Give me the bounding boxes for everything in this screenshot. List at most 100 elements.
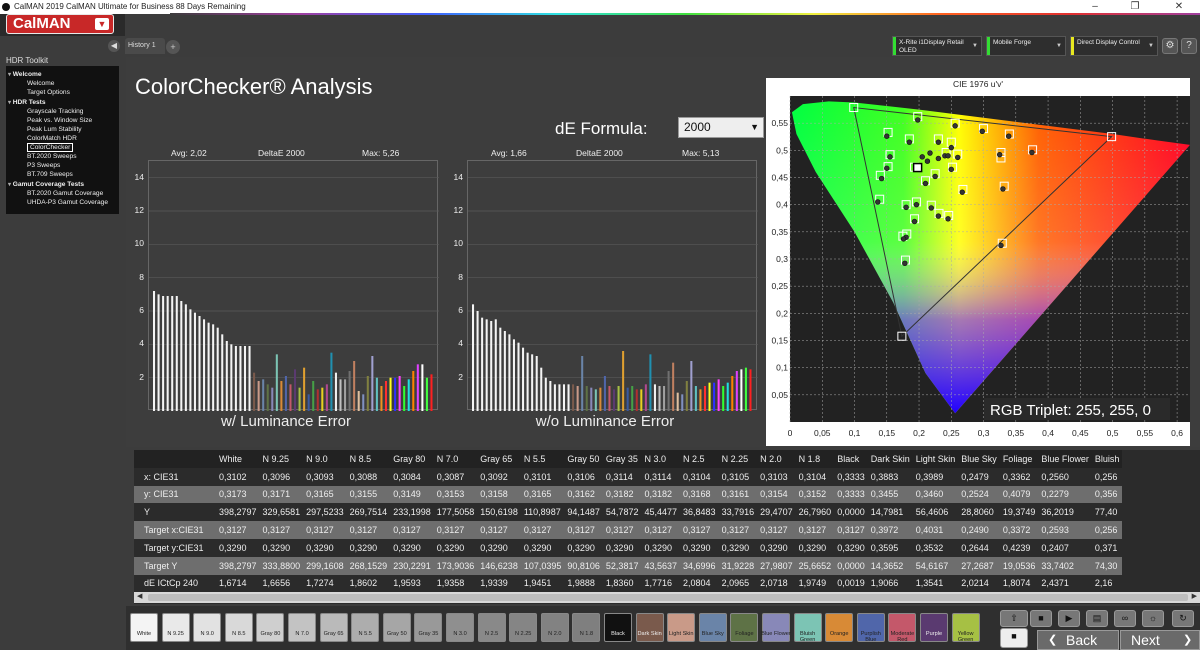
swatch-button[interactable] (319, 613, 348, 642)
swatch-button[interactable] (730, 613, 759, 642)
swatch-button[interactable] (825, 613, 854, 642)
tree-item[interactable]: Grayscale Tracking (8, 107, 117, 116)
column-header[interactable] (134, 450, 216, 468)
column-header[interactable]: Bluish (1091, 450, 1123, 468)
tree-item[interactable]: Peak Lum Stability (8, 125, 117, 134)
swatch-button[interactable] (446, 613, 474, 642)
tree-item[interactable]: P3 Sweeps (8, 161, 117, 170)
scroll-thumb[interactable] (148, 594, 1188, 601)
refresh-icon[interactable]: ↻ (1172, 610, 1194, 627)
tree-item[interactable]: Welcome (8, 79, 117, 88)
swatch-button[interactable] (477, 613, 506, 642)
swatch-button[interactable] (509, 613, 538, 642)
swatch-button[interactable] (604, 613, 632, 642)
column-header[interactable]: N 7.0 (433, 450, 478, 468)
column-header[interactable]: Dark Skin (867, 450, 913, 468)
swatch-button[interactable] (224, 613, 253, 642)
column-header[interactable]: N 2.0 (757, 450, 796, 468)
save-icon[interactable]: ▤ (1086, 610, 1108, 627)
column-header[interactable]: Black (834, 450, 868, 468)
column-header[interactable]: N 9.25 (259, 450, 304, 468)
swatch-button[interactable] (540, 613, 569, 642)
swatch-button[interactable] (130, 613, 158, 642)
de-bar (562, 384, 566, 411)
y-tick-label: 6 (458, 305, 463, 315)
tree-item[interactable]: ColorMatch HDR (8, 134, 117, 143)
meter-selector[interactable]: X-Rite i1Display Retail OLED ▼ (892, 36, 982, 56)
white-point-marker (912, 162, 923, 173)
swatch-button[interactable] (161, 613, 190, 642)
tree-section[interactable]: Welcome (8, 70, 117, 79)
calman-menu-button[interactable]: CalMAN ▼ (6, 14, 114, 34)
y-tick-label: 8 (458, 271, 463, 282)
back-button[interactable]: ❮ Back (1037, 630, 1119, 650)
tree-item[interactable]: Target Options (8, 88, 117, 97)
measured-point (900, 236, 907, 242)
tree-item[interactable]: ColorChecker (8, 143, 117, 152)
tree-item[interactable]: BT.709 Sweeps (8, 170, 117, 179)
column-header[interactable]: Gray 35 (602, 450, 642, 468)
help-icon[interactable]: ? (1181, 38, 1197, 54)
nav-up-icon[interactable]: ⇧ (1000, 610, 1028, 627)
swatch-button[interactable] (920, 613, 948, 642)
de-bar (540, 367, 543, 411)
column-header[interactable]: Gray 50 (564, 450, 603, 468)
stop-measure-button[interactable]: ■ (1000, 628, 1028, 648)
table-cell: 0,4239 (999, 538, 1039, 557)
column-header[interactable]: N 9.0 (303, 450, 347, 468)
gear-icon[interactable]: ⚙ (1162, 38, 1178, 54)
column-header[interactable]: White (216, 450, 260, 468)
tree-section[interactable]: HDR Tests (8, 98, 117, 107)
swatch-button[interactable] (351, 613, 380, 642)
swatch-button[interactable] (288, 613, 316, 642)
column-header[interactable]: Blue Sky (958, 450, 1000, 468)
swatch-button[interactable] (193, 613, 222, 642)
tree-item[interactable]: UHDA-P3 Gamut Coverage (8, 198, 117, 207)
display-control-selector[interactable]: Direct Display Control ▼ (1070, 36, 1158, 56)
column-header[interactable]: N 8.5 (346, 450, 391, 468)
swatch-button[interactable] (414, 613, 443, 642)
column-header[interactable]: N 2.5 (680, 450, 719, 468)
table-cell: 0,4031 (912, 521, 959, 539)
maximize-button[interactable]: ❐ (1128, 1, 1142, 12)
column-header[interactable]: N 5.5 (520, 450, 565, 468)
column-header[interactable]: N 3.0 (641, 450, 681, 468)
add-tab-button[interactable]: + (166, 40, 180, 54)
column-header[interactable]: Blue Flower (1038, 450, 1092, 468)
play-icon[interactable]: ▶ (1058, 610, 1080, 627)
de-formula-select[interactable]: 2000 ▼ (678, 117, 764, 138)
loop-icon[interactable]: ∞ (1114, 610, 1136, 627)
tab-history-1[interactable]: History 1 (125, 38, 165, 54)
settings-icon[interactable]: ☼ (1142, 610, 1164, 627)
scroll-right-icon[interactable]: ▶ (1192, 592, 1197, 600)
swatch-button[interactable] (635, 613, 664, 642)
next-button[interactable]: Next ❯ (1120, 630, 1200, 650)
column-header[interactable]: Gray 65 (477, 450, 521, 468)
pattern-generator-selector[interactable]: Mobile Forge ▼ (986, 36, 1066, 56)
swatch-button[interactable] (256, 613, 285, 642)
column-header[interactable]: N 1.8 (795, 450, 835, 468)
tree-item[interactable]: Peak vs. Window Size (8, 116, 117, 125)
column-header[interactable]: Light Skin (912, 450, 959, 468)
swatch-button[interactable] (382, 613, 411, 642)
column-header[interactable]: N 2.25 (718, 450, 758, 468)
de-bar (572, 384, 575, 411)
horizontal-scrollbar[interactable]: ◀ ▶ (134, 592, 1200, 603)
stop-icon[interactable]: ■ (1030, 610, 1052, 627)
table-cell: 1,9451 (520, 574, 565, 593)
de-bar (280, 381, 283, 411)
swatch-button[interactable] (762, 613, 790, 642)
column-header[interactable]: Gray 80 (390, 450, 434, 468)
tree-section[interactable]: Gamut Coverage Tests (8, 180, 117, 189)
close-button[interactable]: ✕ (1172, 1, 1186, 12)
y-tick-label: 0,35 (771, 227, 788, 237)
swatch-button[interactable] (667, 613, 696, 642)
column-header[interactable]: Foliage (999, 450, 1039, 468)
swatch-button[interactable] (698, 613, 727, 642)
tree-item[interactable]: BT.2020 Sweeps (8, 152, 117, 161)
collapse-sidebar-icon[interactable]: ◀ (108, 40, 120, 52)
tree-item[interactable]: BT.2020 Gamut Coverage (8, 189, 117, 198)
scroll-left-icon[interactable]: ◀ (137, 592, 142, 600)
minimize-button[interactable]: – (1088, 1, 1102, 12)
swatch-button[interactable] (572, 613, 601, 642)
